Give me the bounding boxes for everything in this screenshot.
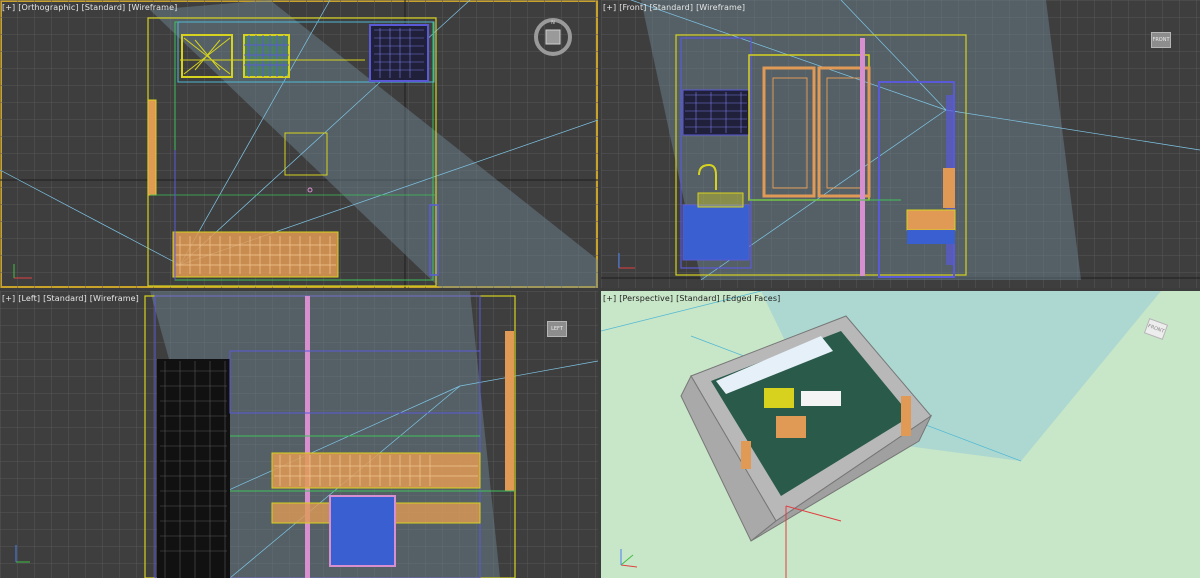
viewport-label-perspective[interactable]: [+] [Perspective] [Standard] [Edged Faces]	[603, 294, 783, 303]
viewcube-face-left[interactable]: LEFT	[547, 321, 567, 337]
viewport-menu-plus[interactable]: [+]	[2, 294, 15, 303]
viewport-display-mode[interactable]: [Wireframe]	[696, 3, 745, 12]
orthographic-scene	[0, 0, 598, 288]
viewport-perspective[interactable]: [+] [Perspective] [Standard] [Edged Faces] …	[601, 291, 1200, 578]
left-scene	[0, 291, 598, 578]
viewport-label-left[interactable]: [+] [Left] [Standard] [Wireframe]	[2, 294, 142, 303]
viewport-display-mode[interactable]: [Edged Faces]	[723, 294, 781, 303]
viewport-point-of-view[interactable]: [Front]	[619, 3, 646, 12]
viewport-menu-plus[interactable]: [+]	[603, 3, 616, 12]
viewport-display-mode[interactable]: [Wireframe]	[128, 3, 177, 12]
viewport-point-of-view[interactable]: [Left]	[18, 294, 40, 303]
viewport-point-of-view[interactable]: [Orthographic]	[18, 3, 78, 12]
viewport-menu-plus[interactable]: [+]	[2, 3, 15, 12]
viewport-shading-standard[interactable]: [Standard]	[82, 3, 126, 12]
viewport-shading-standard[interactable]: [Standard]	[676, 294, 720, 303]
viewport-label-orthographic[interactable]: [+] [Orthographic] [Standard] [Wireframe]	[2, 3, 180, 12]
viewport-label-front[interactable]: [+] [Front] [Standard] [Wireframe]	[603, 3, 748, 12]
viewport-shading-standard[interactable]: [Standard]	[649, 3, 693, 12]
viewport-orthographic[interactable]: [+] [Orthographic] [Standard] [Wireframe] N	[0, 0, 598, 288]
viewport-menu-plus[interactable]: [+]	[603, 294, 616, 303]
viewport-point-of-view[interactable]: [Perspective]	[619, 294, 673, 303]
front-scene	[601, 0, 1200, 288]
viewport-front[interactable]: [+] [Front] [Standard] [Wireframe] FRONT	[601, 0, 1200, 288]
perspective-scene	[601, 291, 1200, 578]
svg-text:N: N	[551, 20, 555, 26]
viewcube-face-front[interactable]: FRONT	[1151, 32, 1171, 48]
viewport-display-mode[interactable]: [Wireframe]	[90, 294, 139, 303]
viewport-shading-standard[interactable]: [Standard]	[43, 294, 87, 303]
viewport-left[interactable]: [+] [Left] [Standard] [Wireframe] LEFT	[0, 291, 598, 578]
compass-viewcube-icon[interactable]: N	[533, 17, 573, 57]
